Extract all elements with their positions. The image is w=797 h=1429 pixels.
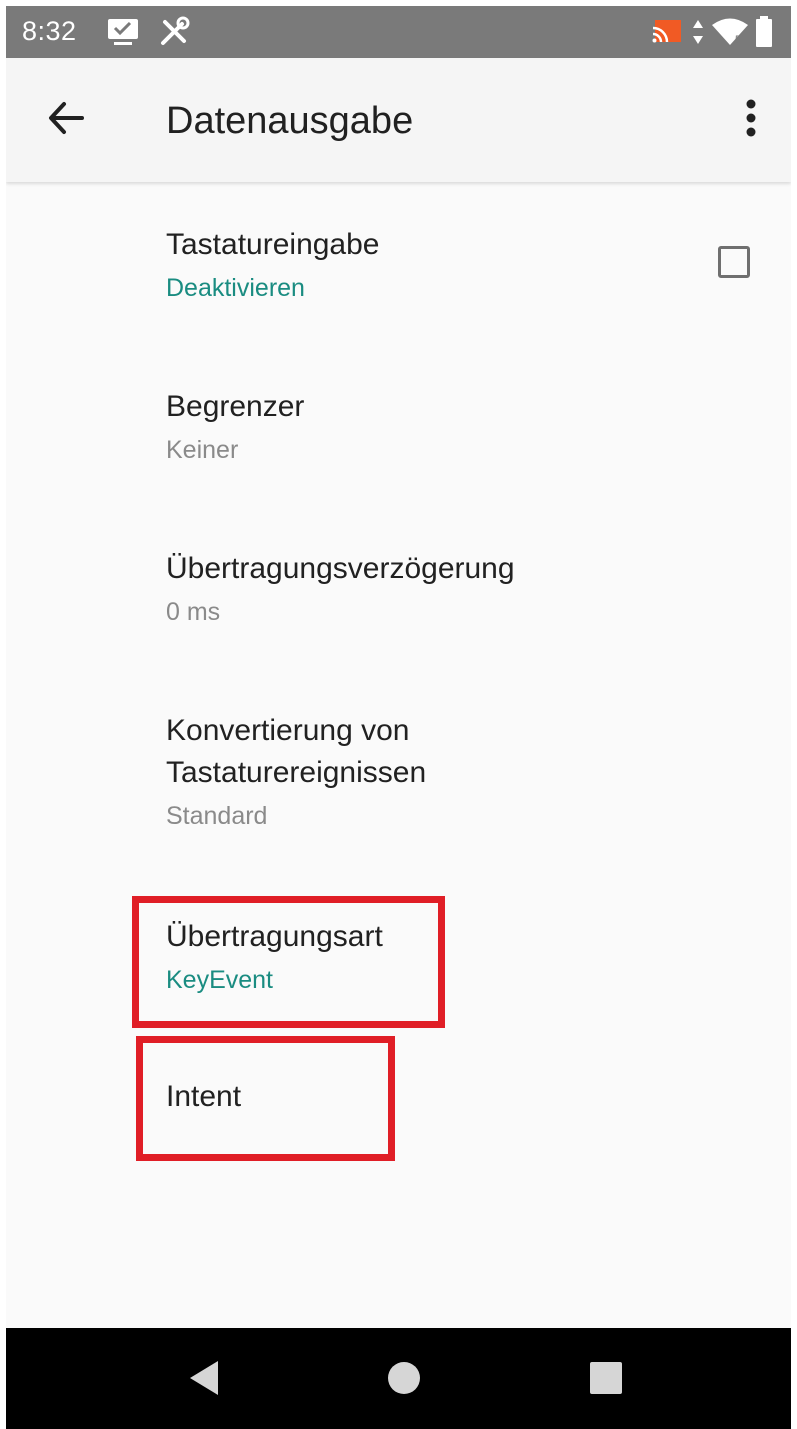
pref-transmission-type[interactable]: Übertragungsart KeyEvent <box>166 916 726 998</box>
nav-recents-button[interactable] <box>566 1346 646 1410</box>
pref-summary: Deaktivieren <box>166 274 305 302</box>
page-title: Datenausgabe <box>166 100 414 142</box>
navigation-bar <box>6 1328 791 1429</box>
battery-icon <box>756 16 772 47</box>
back-button[interactable] <box>36 88 96 148</box>
nav-back-button[interactable] <box>164 1346 244 1410</box>
status-time: 8:32 <box>22 16 77 46</box>
pref-title: Übertragungsart <box>166 920 383 953</box>
pref-title: Begrenzer <box>166 390 305 423</box>
back-triangle-icon <box>190 1361 218 1395</box>
pref-intent[interactable]: Intent <box>166 1076 726 1118</box>
data-arrows-icon <box>693 20 703 44</box>
svg-text:5: 5 <box>735 34 741 46</box>
wifi-icon: 5 <box>712 18 748 46</box>
pref-summary: 0 ms <box>166 598 221 626</box>
pref-key-event-conversion[interactable]: Konvertierung von Tastaturereignissen St… <box>166 710 726 834</box>
pref-title: Konvertierung von Tastaturereignissen <box>166 714 427 789</box>
status-right-icons: 5 <box>651 16 781 48</box>
pref-summary: KeyEvent <box>166 966 274 994</box>
pref-title: Übertragungsverzögerung <box>166 552 515 585</box>
pref-keyboard-input[interactable]: Tastatureingabe Deaktivieren <box>166 224 726 306</box>
phone-screen: 8:32 5 Datenausgabe Tastatureingabe Deak… <box>6 6 791 1429</box>
arrow-back-icon <box>49 102 84 134</box>
app-bar: Datenausgabe <box>6 58 791 182</box>
pref-title: Intent <box>166 1080 242 1113</box>
nav-home-button[interactable] <box>364 1346 444 1410</box>
pref-summary: Standard <box>166 802 268 830</box>
recents-square-icon <box>590 1362 622 1394</box>
status-bar: 8:32 5 <box>6 6 791 58</box>
more-vert-icon <box>746 99 756 137</box>
keyboard-input-checkbox[interactable] <box>718 246 750 278</box>
cast-icon <box>652 20 681 43</box>
home-circle-icon <box>388 1362 420 1394</box>
pref-title: Tastatureingabe <box>166 228 380 261</box>
pref-transmission-delay[interactable]: Übertragungsverzögerung 0 ms <box>166 548 726 630</box>
pref-delimiter[interactable]: Begrenzer Keiner <box>166 386 726 468</box>
pref-summary: Keiner <box>166 436 239 464</box>
tools-icon <box>161 16 190 45</box>
overflow-menu-button[interactable] <box>723 88 779 148</box>
screen-monitor-icon <box>108 19 138 45</box>
